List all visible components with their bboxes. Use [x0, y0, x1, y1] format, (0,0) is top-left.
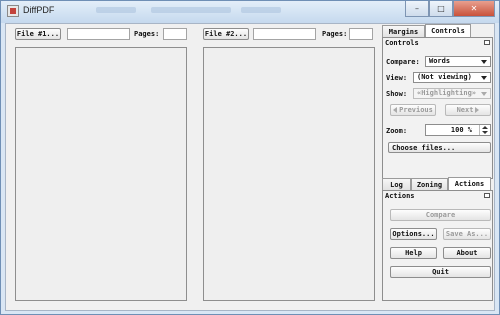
minimize-button[interactable]: –	[405, 1, 429, 17]
chevron-down-icon[interactable]	[482, 131, 488, 134]
show-select-value: «Highlighting»	[417, 89, 477, 97]
previous-button-label: Previous	[399, 106, 433, 114]
tab-margins[interactable]: Margins	[382, 25, 425, 37]
app-icon	[7, 5, 19, 17]
left-page-view[interactable]	[15, 47, 187, 301]
file2-button[interactable]: File #2...	[203, 28, 249, 40]
title-decoration	[151, 7, 231, 13]
chevron-down-icon	[481, 60, 487, 64]
choose-files-button[interactable]: Choose files...	[388, 142, 491, 153]
next-button-label: Next	[456, 106, 474, 114]
show-label: Show:	[386, 90, 408, 98]
quit-button[interactable]: Quit	[390, 266, 491, 278]
arrow-right-icon	[475, 107, 480, 113]
file1-button[interactable]: File #1...	[15, 28, 61, 40]
zoom-label: Zoom:	[386, 127, 408, 135]
view-select-value: (Not viewing)	[417, 73, 472, 81]
window-title: DiffPDF	[23, 5, 55, 15]
client-area: File #1... Pages: File #2... Pages: Marg…	[5, 23, 495, 311]
chevron-down-icon	[481, 76, 487, 80]
pages2-label: Pages:	[322, 30, 348, 38]
arrow-left-icon	[393, 107, 398, 113]
window-controls: – □ ✕	[405, 1, 495, 17]
view-select[interactable]: (Not viewing)	[413, 72, 491, 83]
title-bar[interactable]: DiffPDF – □ ✕	[1, 1, 499, 23]
compare-select-value: Words	[429, 57, 451, 65]
show-select[interactable]: «Highlighting»	[413, 88, 491, 99]
maximize-button[interactable]: □	[429, 1, 453, 17]
title-decoration	[241, 7, 281, 13]
chevron-down-icon	[481, 92, 487, 96]
tab-log[interactable]: Log	[382, 178, 411, 190]
right-page-view[interactable]	[203, 47, 375, 301]
compare-select[interactable]: Words	[425, 56, 491, 67]
zoom-value: 100 %	[450, 126, 472, 134]
close-button[interactable]: ✕	[453, 1, 495, 17]
tab-zoning[interactable]: Zoning	[411, 178, 448, 190]
chevron-up-icon[interactable]	[482, 126, 488, 129]
save-as-button[interactable]: Save As...	[443, 228, 491, 240]
pages1-label: Pages:	[134, 30, 160, 38]
about-button[interactable]: About	[443, 247, 491, 259]
previous-button[interactable]: Previous	[390, 104, 436, 116]
actions-dock: Actions Compare Options... Save As... He…	[382, 190, 493, 301]
view-label: View:	[386, 74, 408, 82]
compare-label: Compare:	[386, 58, 420, 66]
file2-field[interactable]	[253, 28, 316, 40]
app-window: DiffPDF – □ ✕ File #1... Pages: File #2.…	[0, 0, 500, 315]
tab-actions[interactable]: Actions	[448, 177, 491, 190]
zoom-stepper[interactable]	[479, 125, 490, 135]
float-icon[interactable]	[484, 40, 490, 45]
file1-field[interactable]	[67, 28, 130, 40]
pages1-field[interactable]	[163, 28, 187, 40]
tab-controls[interactable]: Controls	[425, 24, 471, 37]
float-icon[interactable]	[484, 193, 490, 198]
next-button[interactable]: Next	[445, 104, 491, 116]
controls-section-title: Controls	[385, 39, 419, 47]
actions-section-title: Actions	[385, 192, 415, 200]
compare-button[interactable]: Compare	[390, 209, 491, 221]
controls-dock: Controls Compare: Words View: (Not viewi…	[382, 37, 493, 179]
zoom-spinbox[interactable]: 100 %	[425, 124, 491, 136]
pages2-field[interactable]	[349, 28, 373, 40]
help-button[interactable]: Help	[390, 247, 437, 259]
title-decoration	[96, 7, 136, 13]
options-button[interactable]: Options...	[390, 228, 437, 240]
